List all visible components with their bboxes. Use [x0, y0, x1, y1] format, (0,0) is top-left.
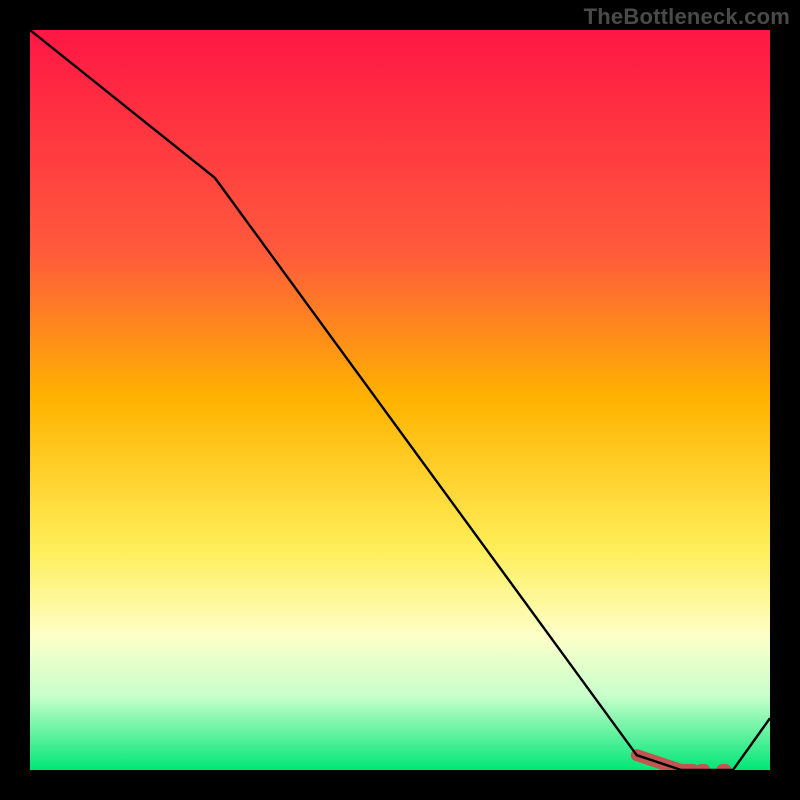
- plot-area: [30, 30, 770, 770]
- gradient-background: [30, 30, 770, 770]
- chart-frame: TheBottleneck.com: [0, 0, 800, 800]
- chart-svg: [30, 30, 770, 770]
- attribution-text: TheBottleneck.com: [584, 4, 790, 30]
